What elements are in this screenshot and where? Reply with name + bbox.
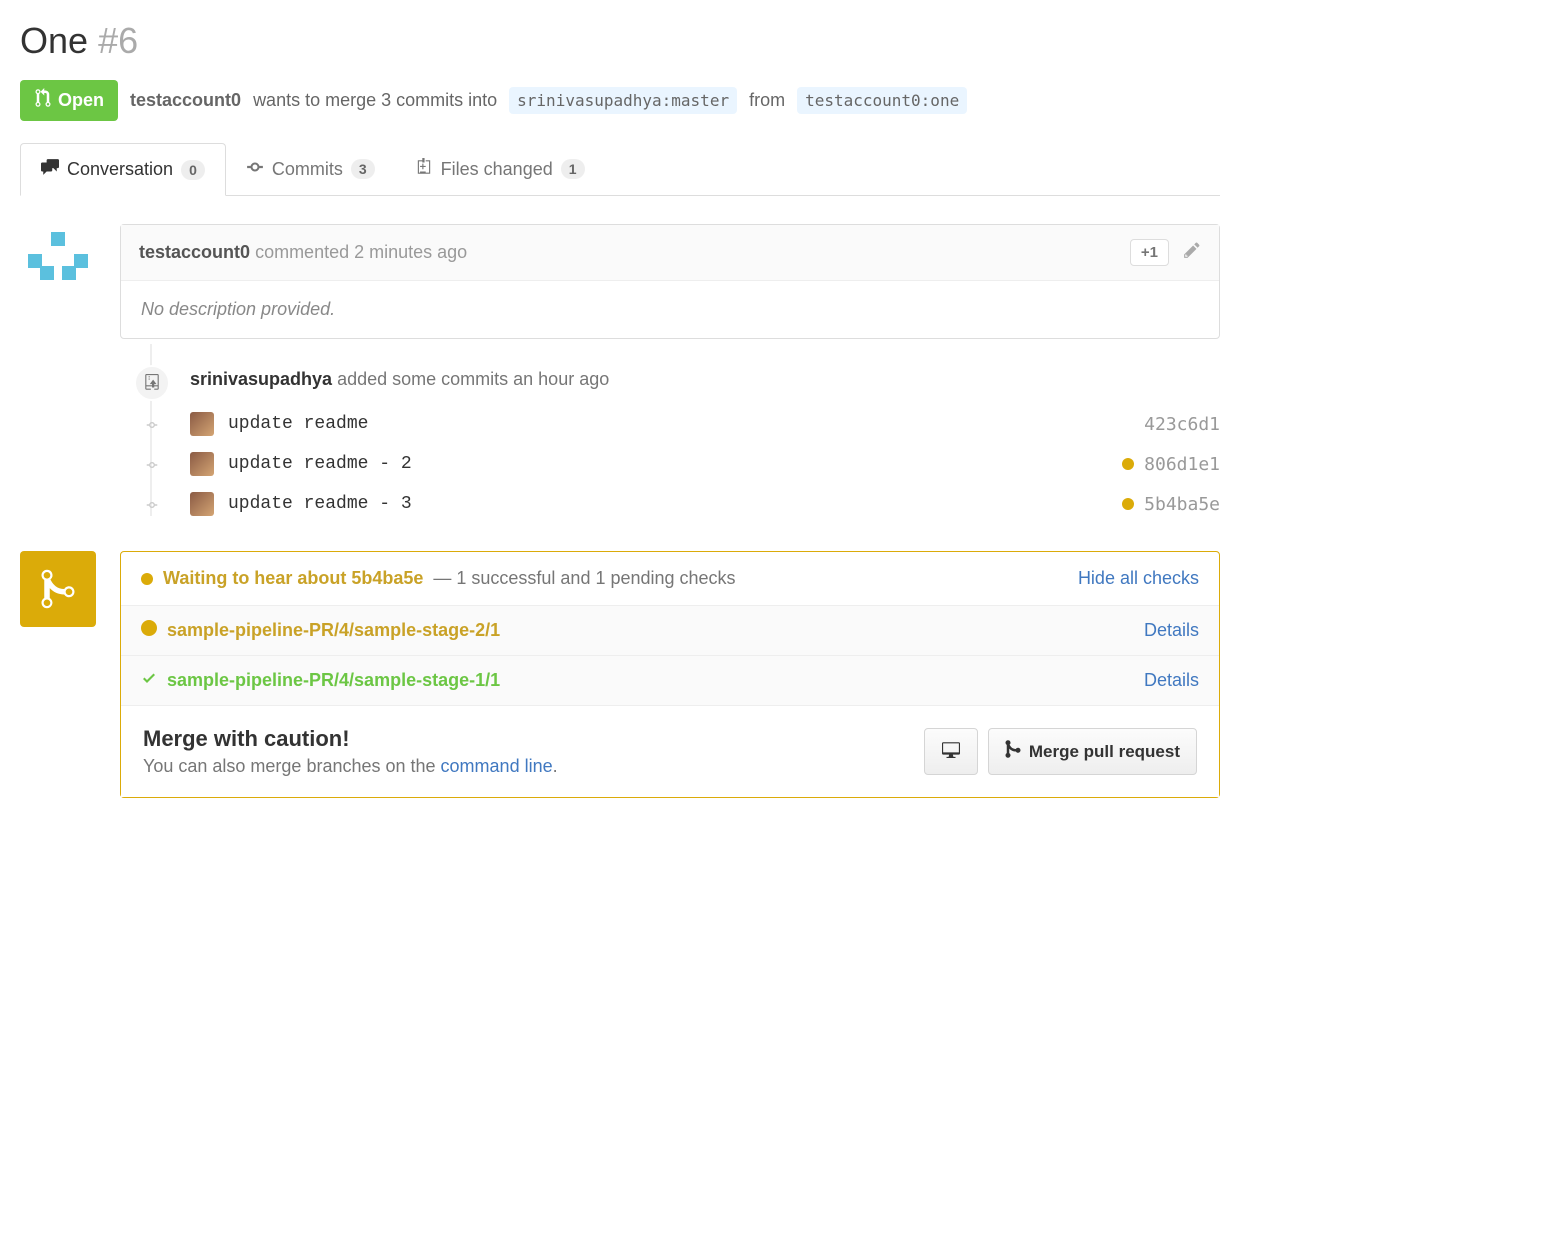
commit-message-link[interactable]: update readme [228, 414, 368, 434]
commit-author-avatar[interactable] [190, 492, 214, 516]
merge-caution-title: Merge with caution! [143, 726, 558, 752]
check-details-link[interactable]: Details [1144, 670, 1199, 691]
event-text: added some commits an hour ago [337, 369, 609, 389]
commit-row: update readme 423c6d1 [120, 412, 1220, 436]
tab-files-count: 1 [561, 159, 585, 179]
tab-commits[interactable]: Commits 3 [226, 144, 395, 195]
comment-author-avatar[interactable] [20, 224, 96, 300]
check-summary-title: Waiting to hear about 5b4ba5e [163, 568, 423, 589]
merge-text: wants to merge 3 commits into [253, 90, 497, 111]
pr-tabs: Conversation 0 Commits 3 Files changed 1 [20, 143, 1220, 196]
git-merge-icon [1005, 739, 1021, 764]
git-commit-icon [146, 458, 158, 470]
tab-conversation[interactable]: Conversation 0 [20, 143, 226, 196]
tab-commits-label: Commits [272, 159, 343, 180]
base-branch[interactable]: srinivasupadhya:master [509, 87, 737, 114]
status-dot-pending-icon [141, 573, 153, 585]
add-reaction-button[interactable]: +1 [1130, 239, 1169, 266]
commit-row: update readme - 2 806d1e1 [120, 452, 1220, 476]
commit-sha-link[interactable]: 423c6d1 [1144, 414, 1220, 435]
check-details-link[interactable]: Details [1144, 620, 1199, 641]
git-commit-icon [246, 158, 264, 181]
pr-state-badge: Open [20, 80, 118, 121]
pr-title-text: One [20, 20, 88, 61]
merge-status-icon [20, 551, 96, 627]
commit-author-avatar[interactable] [190, 452, 214, 476]
comment-body: No description provided. [121, 281, 1219, 338]
from-text: from [749, 90, 785, 111]
comment-time: commented 2 minutes ago [255, 242, 467, 262]
pr-title: One #6 [20, 20, 1220, 62]
tab-conversation-label: Conversation [67, 159, 173, 180]
commit-sha-link[interactable]: 5b4ba5e [1144, 494, 1220, 515]
commit-message-link[interactable]: update readme - 2 [228, 454, 412, 474]
identicon-icon [28, 232, 88, 292]
comment-user[interactable]: testaccount0 [139, 242, 250, 262]
commit-message-link[interactable]: update readme - 3 [228, 494, 412, 514]
command-line-link[interactable]: command line [441, 756, 553, 776]
check-summary-subtitle: — 1 successful and 1 pending checks [433, 568, 735, 589]
git-commit-icon [146, 498, 158, 510]
check-row: sample-pipeline-PR/4/sample-stage-2/1 Det… [121, 606, 1219, 656]
event-user[interactable]: srinivasupadhya [190, 369, 332, 389]
pr-status-row: Open testaccount0 wants to merge 3 commi… [20, 80, 1220, 121]
check-name: sample-pipeline-PR/4/sample-stage-2/1 [167, 620, 500, 641]
hide-checks-link[interactable]: Hide all checks [1078, 568, 1199, 589]
merge-pull-request-button[interactable]: Merge pull request [988, 728, 1197, 775]
commits-pushed-event: srinivasupadhya added some commits an ho… [120, 369, 1220, 390]
comment-discussion-icon [41, 158, 59, 181]
merge-button-label: Merge pull request [1029, 742, 1180, 762]
tab-files-label: Files changed [441, 159, 553, 180]
status-dot-pending-icon [141, 620, 157, 641]
check-name: sample-pipeline-PR/4/sample-stage-1/1 [167, 670, 500, 691]
head-branch[interactable]: testaccount0:one [797, 87, 967, 114]
desktop-icon [941, 740, 961, 763]
commit-sha-link[interactable]: 806d1e1 [1144, 454, 1220, 475]
git-pull-request-icon [34, 88, 52, 113]
commit-author-avatar[interactable] [190, 412, 214, 436]
status-dot-pending-icon [1122, 498, 1134, 510]
merge-status-box: Waiting to hear about 5b4ba5e — 1 succes… [120, 551, 1220, 798]
repo-push-icon [134, 365, 170, 401]
diff-icon [415, 158, 433, 181]
edit-comment-button[interactable] [1183, 241, 1201, 264]
check-icon [141, 670, 157, 691]
status-dot-pending-icon [1122, 458, 1134, 470]
pr-author[interactable]: testaccount0 [130, 90, 241, 111]
git-commit-icon [146, 418, 158, 430]
merge-caution-text: You can also merge branches on the comma… [143, 756, 558, 777]
pr-number: #6 [98, 20, 138, 61]
commit-row: update readme - 3 5b4ba5e [120, 492, 1220, 516]
desktop-app-button[interactable] [924, 728, 978, 775]
tab-commits-count: 3 [351, 159, 375, 179]
pr-state-text: Open [58, 90, 104, 111]
tab-conversation-count: 0 [181, 160, 205, 180]
tab-files-changed[interactable]: Files changed 1 [395, 144, 605, 195]
pr-description-comment: testaccount0 commented 2 minutes ago +1 … [120, 224, 1220, 339]
check-row: sample-pipeline-PR/4/sample-stage-1/1 Det… [121, 656, 1219, 706]
